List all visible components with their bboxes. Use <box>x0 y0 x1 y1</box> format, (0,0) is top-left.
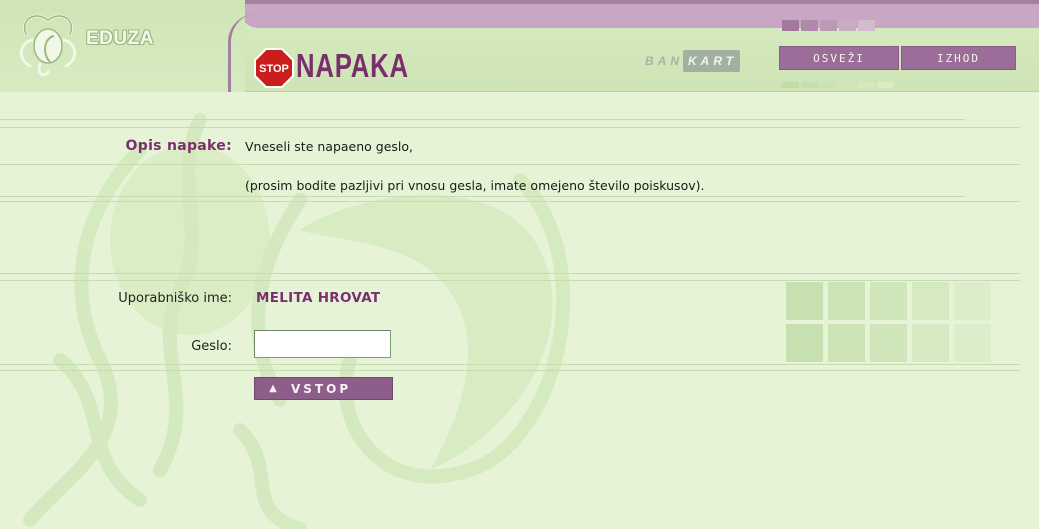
page-title: NAPAKA <box>296 47 409 84</box>
medusa-logo-icon <box>19 14 77 77</box>
header-decor-squares-bottom <box>782 82 894 88</box>
stop-sign-icon: STOP <box>254 48 294 88</box>
divider-line <box>0 127 1020 128</box>
divider-line <box>0 364 1020 365</box>
divider-line <box>0 119 965 120</box>
bankart-prefix: BAN <box>645 54 683 68</box>
up-triangle-icon: ▲ <box>269 383 277 394</box>
username-value: MELITA HROVAT <box>256 290 381 306</box>
bankart-logo: BAN KART <box>645 50 741 72</box>
header-decor-squares <box>782 20 875 31</box>
refresh-button[interactable]: OSVEŽI <box>779 46 899 70</box>
divider-line <box>0 280 1020 281</box>
error-hint: (prosim bodite pazljivi pri vnosu gesla,… <box>245 178 705 193</box>
divider-line <box>0 196 965 197</box>
divider-line <box>0 273 1020 274</box>
logo-area: EDUZA <box>0 0 245 92</box>
divider-line <box>0 164 1020 165</box>
stop-sign-text: STOP <box>259 63 289 75</box>
header-bar: EDUZA STOP NAPAKA BAN KART OSVEŽI IZHOD <box>0 0 1039 92</box>
password-label: Geslo: <box>191 339 232 354</box>
error-label: Opis napake: <box>125 138 232 154</box>
logo-text: EDUZA <box>86 28 154 49</box>
login-submit-label: VSTOP <box>291 381 352 396</box>
error-message: Vneseli ste napaeno geslo, <box>245 139 414 154</box>
bankart-suffix: KART <box>683 50 741 72</box>
divider-line <box>0 370 1020 371</box>
decor-squares-grid <box>786 282 991 362</box>
header-top-band <box>240 0 1039 28</box>
logout-button[interactable]: IZHOD <box>901 46 1016 70</box>
login-submit-button[interactable]: ▲ VSTOP <box>254 377 393 400</box>
password-input[interactable] <box>254 330 391 358</box>
app-root: EDUZA STOP NAPAKA BAN KART OSVEŽI IZHOD O… <box>0 0 1039 529</box>
divider-line <box>0 201 1020 202</box>
username-label: Uporabniško ime: <box>118 291 232 306</box>
